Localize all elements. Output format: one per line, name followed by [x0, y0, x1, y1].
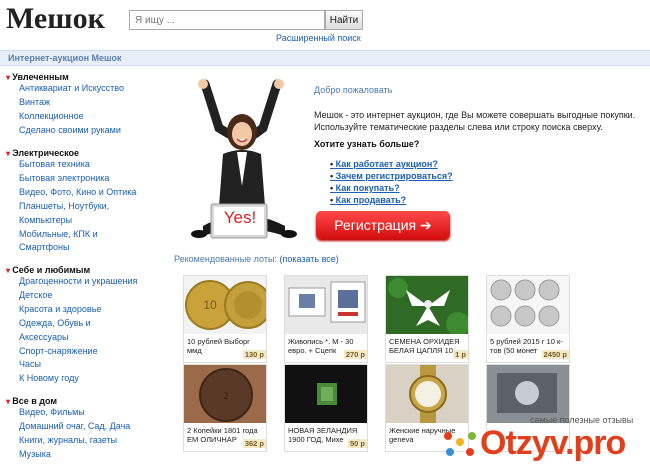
category-link[interactable]: Красота и здоровье: [19, 303, 137, 317]
how-to-sell-link[interactable]: Как продавать?: [330, 194, 453, 206]
lot-price: 270 р: [343, 350, 367, 359]
lot-image: [487, 276, 569, 334]
category-link[interactable]: К Новому году: [19, 372, 137, 386]
intro-text: Мешок - это интернет аукцион, где Вы мож…: [314, 110, 636, 132]
category-title[interactable]: Себе и любимым: [6, 265, 137, 275]
how-to-buy-link[interactable]: Как покупать?: [330, 182, 453, 194]
lot-card[interactable]: 5 рублей 2015 г 10 к-тов (50 монет 2450 …: [486, 275, 570, 363]
category-group: Электрическое Бытовая техника Бытовая эл…: [6, 148, 136, 255]
category-link[interactable]: Книги, журналы, газеты: [19, 434, 130, 448]
category-link[interactable]: Видео, Фильмы: [19, 406, 130, 420]
category-link[interactable]: Планшеты, Ноутбуки,: [19, 200, 136, 214]
category-link[interactable]: Драгоценности и украшения: [19, 275, 137, 289]
lot-image: [285, 365, 367, 423]
otzyv-logo-icon: [444, 432, 476, 456]
category-link[interactable]: Одежда, Обувь и: [19, 317, 137, 331]
category-link[interactable]: Спорт-снаряжение: [19, 345, 137, 359]
advanced-search-link[interactable]: Расширенный поиск: [276, 33, 361, 43]
category-group: Себе и любимым Драгоценности и украшения…: [6, 265, 137, 386]
category-link[interactable]: Детское: [19, 289, 137, 303]
category-link[interactable]: Аксессуары: [19, 331, 137, 345]
category-link[interactable]: Домашний очаг, Сад, Дача: [19, 420, 130, 434]
category-link[interactable]: Бытовая электроника: [19, 172, 136, 186]
category-link[interactable]: Антиквариат и Искусство: [19, 82, 124, 96]
learn-more-heading: Хотите узнать больше?: [314, 139, 420, 149]
welcome-heading: Добро пожаловать: [314, 85, 393, 95]
lot-price: 2450 р: [541, 350, 569, 359]
page-titlebar: Интернет-аукцион Мешок: [0, 50, 650, 66]
site-logo[interactable]: Мешок: [6, 2, 105, 36]
register-button[interactable]: Регистрация ➔: [316, 211, 450, 239]
recommended-label: Рекомендованные лоты:: [174, 254, 277, 264]
lot-image: [285, 276, 367, 334]
help-links: Как работает аукцион? Зачем регистрирова…: [330, 158, 453, 206]
page-title: Интернет-аукцион Мешок: [8, 53, 122, 63]
svg-text:2: 2: [224, 391, 229, 402]
header: Мешок Найти Расширенный поиск: [0, 0, 650, 50]
lot-card[interactable]: 2 2 Копейки 1801 года ЕМ ОЛИЧНАР 362 р: [183, 364, 267, 452]
how-auction-works-link[interactable]: Как работает аукцион?: [330, 158, 453, 170]
lot-image: [386, 276, 468, 334]
category-group: Увлеченным Антиквариат и Искусство Винта…: [6, 72, 124, 138]
otzyv-watermark: самые полезные отзывы Otzyv.pro: [440, 410, 650, 465]
category-link[interactable]: Сделано своими руками: [19, 124, 124, 138]
lot-image: 10: [184, 276, 266, 334]
recommended-heading: Рекомендованные лоты: (показать все): [174, 254, 339, 264]
lot-card[interactable]: НОВАЯ ЗЕЛАНДИЯ 1900 ГОД, Михе 50 р: [284, 364, 368, 452]
lot-price: 362 р: [242, 439, 266, 448]
search-button[interactable]: Найти: [325, 10, 363, 30]
category-link[interactable]: Смартфоны: [19, 241, 136, 255]
svg-text:10: 10: [203, 298, 217, 312]
category-link[interactable]: Винтаж: [19, 96, 124, 110]
lot-card[interactable]: СЕМЕНА ОРХИДЕЯ БЕЛАЯ ЦАПЛЯ 10 1 р: [385, 275, 469, 363]
watermark-site: Otzyv.pro: [480, 424, 626, 462]
lot-price: 1 р: [453, 350, 468, 359]
category-sidebar: Увлеченным Антиквариат и Искусство Винта…: [0, 68, 165, 465]
category-link[interactable]: Компьютеры: [19, 214, 136, 228]
category-link[interactable]: Мобильные, КПК и: [19, 228, 136, 242]
category-title[interactable]: Увлеченным: [6, 72, 124, 82]
category-link[interactable]: Музыка: [19, 448, 130, 462]
lot-image: 2: [184, 365, 266, 423]
hero-illustration: Yes!: [185, 76, 303, 246]
category-link[interactable]: Бытовая техника: [19, 158, 136, 172]
lot-card[interactable]: Живопись *. М - 30 евро. + Сцепк 270 р: [284, 275, 368, 363]
logo-text: Мешок: [6, 2, 105, 35]
lot-price: 50 р: [347, 439, 367, 448]
lot-card[interactable]: 10 10 рублей Выборг ммд 130 р: [183, 275, 267, 363]
category-link[interactable]: Коллекционное: [19, 110, 124, 124]
yes-sign-text: Yes!: [223, 208, 257, 227]
category-link[interactable]: Видео, Фото, Кино и Оптика: [19, 186, 136, 200]
lot-price: 130 р: [242, 350, 266, 359]
category-title[interactable]: Все в дом: [6, 396, 130, 406]
category-link[interactable]: Часы: [19, 358, 137, 372]
why-register-link[interactable]: Зачем регистрироваться?: [330, 170, 453, 182]
category-group: Все в дом Видео, Фильмы Домашний очаг, С…: [6, 396, 130, 462]
category-title[interactable]: Электрическое: [6, 148, 136, 158]
search-input[interactable]: [129, 10, 325, 30]
show-all-link[interactable]: (показать все): [279, 254, 338, 264]
